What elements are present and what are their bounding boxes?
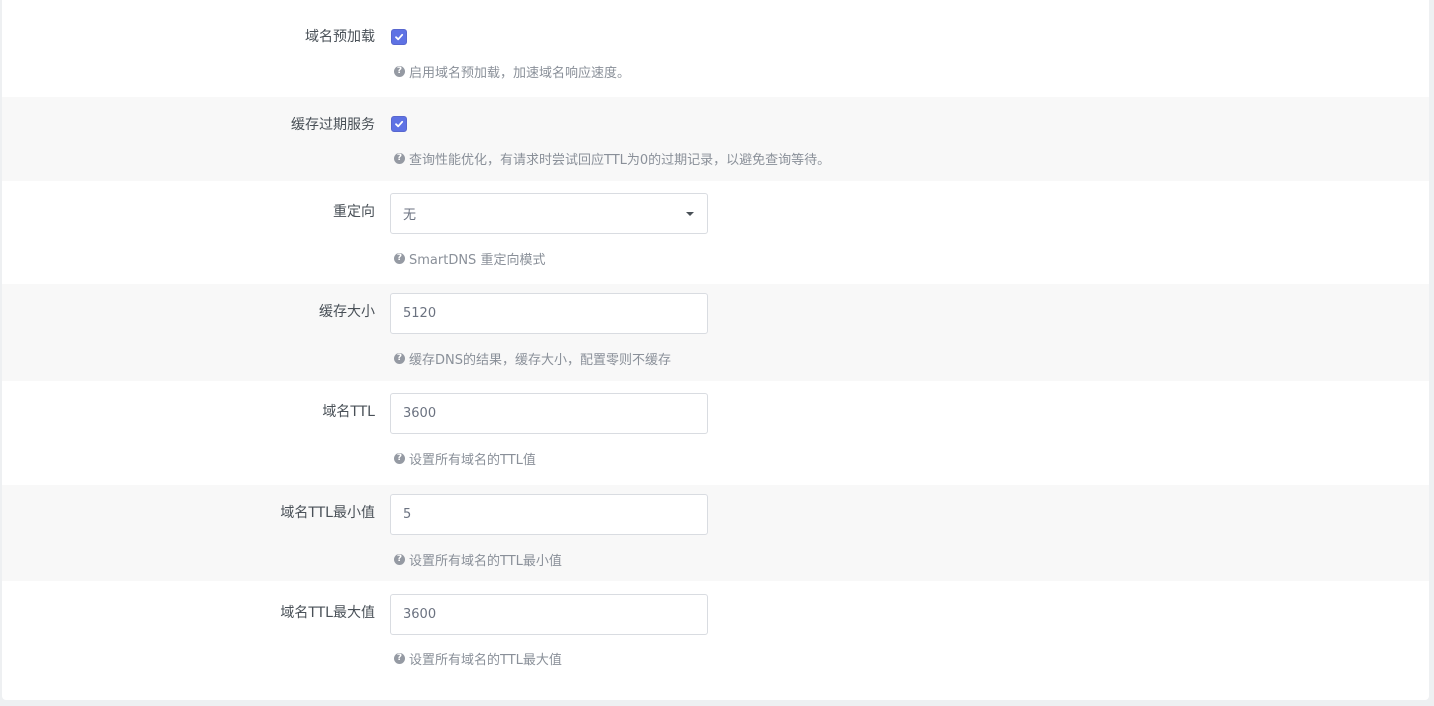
field-label: 域名TTL bbox=[322, 404, 375, 420]
form-row-rr-ttl: 域名TTL ? 设置所有域名的TTL值 bbox=[2, 381, 1429, 485]
rr-ttl-min-input[interactable] bbox=[390, 494, 708, 535]
field-label: 重定向 bbox=[333, 204, 375, 220]
help-text-content: SmartDNS 重定向模式 bbox=[409, 253, 546, 268]
question-circle-icon: ? bbox=[394, 453, 405, 464]
cache-size-input[interactable] bbox=[390, 293, 708, 334]
help-text: ? 缓存DNS的结果，缓存大小，配置零则不缓存 bbox=[394, 349, 671, 368]
form-row-serve-expired: 缓存过期服务 ? 查询性能优化，有请求时尝试回应TTL为0的过期记录，以避免查询… bbox=[2, 97, 1429, 181]
form-row-cache-size: 缓存大小 ? 缓存DNS的结果，缓存大小，配置零则不缓存 bbox=[2, 284, 1429, 381]
check-icon bbox=[395, 33, 404, 41]
help-text-content: 设置所有域名的TTL最小值 bbox=[409, 554, 562, 569]
help-text: ? 查询性能优化，有请求时尝试回应TTL为0的过期记录，以避免查询等待。 bbox=[394, 149, 830, 168]
help-text: ? 设置所有域名的TTL最小值 bbox=[394, 550, 562, 569]
question-circle-icon: ? bbox=[394, 153, 405, 164]
help-text-content: 设置所有域名的TTL最大值 bbox=[409, 653, 562, 668]
question-circle-icon: ? bbox=[394, 353, 405, 364]
field-label: 缓存大小 bbox=[319, 304, 375, 320]
redirect-select[interactable]: 无 bbox=[390, 193, 708, 234]
help-text-content: 缓存DNS的结果，缓存大小，配置零则不缓存 bbox=[409, 353, 671, 368]
settings-panel: 域名预加载 ? 启用域名预加载，加速域名响应速度。 缓存过期服务 ? 查询性能优… bbox=[2, 0, 1429, 700]
question-circle-icon: ? bbox=[394, 554, 405, 565]
help-text: ? 设置所有域名的TTL最大值 bbox=[394, 649, 562, 668]
question-circle-icon: ? bbox=[394, 66, 405, 77]
caret-down-icon bbox=[686, 212, 694, 216]
form-row-redirect: 重定向 无 ? SmartDNS 重定向模式 bbox=[2, 181, 1429, 284]
help-text-content: 查询性能优化，有请求时尝试回应TTL为0的过期记录，以避免查询等待。 bbox=[409, 153, 831, 168]
serve-expired-checkbox[interactable] bbox=[391, 116, 407, 132]
field-label: 缓存过期服务 bbox=[291, 117, 375, 133]
field-label: 域名TTL最小值 bbox=[280, 505, 375, 521]
help-text: ? 启用域名预加载，加速域名响应速度。 bbox=[394, 62, 630, 81]
help-text: ? 设置所有域名的TTL值 bbox=[394, 449, 536, 468]
domain-prefetch-checkbox[interactable] bbox=[391, 29, 407, 45]
form-row-domain-prefetch: 域名预加载 ? 启用域名预加载，加速域名响应速度。 bbox=[2, 0, 1429, 97]
redirect-select-value: 无 bbox=[403, 208, 417, 223]
question-circle-icon: ? bbox=[394, 253, 405, 264]
help-text: ? SmartDNS 重定向模式 bbox=[394, 249, 545, 268]
form-row-rr-ttl-min: 域名TTL最小值 ? 设置所有域名的TTL最小值 bbox=[2, 485, 1429, 581]
field-label: 域名TTL最大值 bbox=[280, 605, 375, 621]
help-text-content: 启用域名预加载，加速域名响应速度。 bbox=[409, 66, 631, 81]
rr-ttl-max-input[interactable] bbox=[390, 594, 708, 635]
field-label: 域名预加载 bbox=[305, 29, 375, 45]
form-row-rr-ttl-max: 域名TTL最大值 ? 设置所有域名的TTL最大值 bbox=[2, 581, 1429, 700]
question-circle-icon: ? bbox=[394, 653, 405, 664]
check-icon bbox=[395, 120, 404, 128]
rr-ttl-input[interactable] bbox=[390, 393, 708, 434]
help-text-content: 设置所有域名的TTL值 bbox=[409, 453, 536, 468]
